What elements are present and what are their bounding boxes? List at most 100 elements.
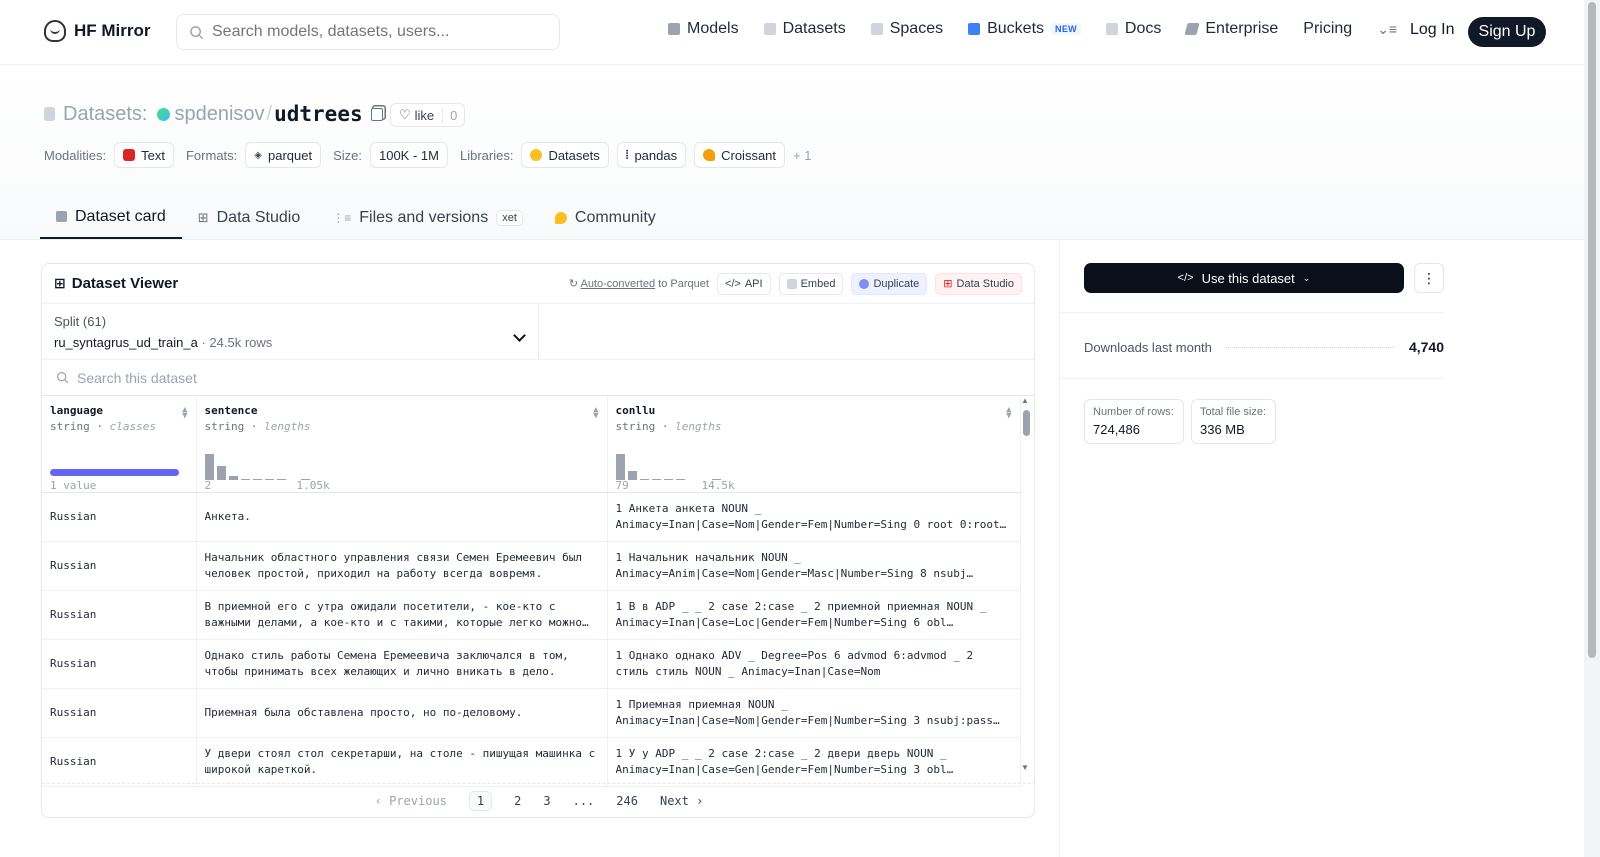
scroll-down-icon[interactable]: ▼ (1021, 763, 1029, 772)
to-parquet-text: to Parquet (658, 278, 709, 290)
cell-conllu[interactable]: 1 Приемная приемная NOUN _ Animacy=Inan|… (607, 688, 1021, 738)
table-row[interactable]: Russian Однако стиль работы Семена Ереме… (42, 639, 1021, 689)
cell-sentence[interactable]: Приемная была обставлена просто, но по-д… (196, 688, 608, 738)
length-histogram[interactable] (615, 453, 721, 480)
library-datasets-chip[interactable]: Datasets (521, 142, 609, 168)
global-search[interactable] (176, 14, 560, 50)
previous-page-button[interactable]: ‹ Previous (375, 794, 447, 808)
split-selector[interactable]: Split (61) ru_syntagrus_ud_train_a · 24.… (42, 304, 539, 359)
auto-converted-link[interactable]: Auto-converted (581, 278, 656, 290)
length-histogram[interactable] (204, 453, 310, 480)
library-label: pandas (634, 147, 678, 163)
kebab-menu-icon: ⋮ (1422, 269, 1436, 286)
tab-dataset-card[interactable]: Dataset card (40, 196, 182, 239)
modality-chip[interactable]: Text (114, 142, 174, 168)
table-icon: ⊞ (197, 209, 209, 225)
size-chip[interactable]: 100K - 1M (369, 142, 448, 168)
dataset-search-input[interactable]: Search this dataset (77, 370, 197, 386)
table-row[interactable]: Russian В приемной его с утра ожидали по… (42, 590, 1021, 640)
table-scrollbar[interactable]: ▲ ▼ (1020, 396, 1032, 772)
duplicate-button[interactable]: Duplicate (851, 272, 928, 295)
nav-models[interactable]: Models (668, 20, 739, 38)
column-header-sentence[interactable]: sentence string · lengths ▲ ▼ 2 1.05k (196, 396, 608, 493)
xet-badge: xet (496, 209, 523, 226)
page-246-button[interactable]: 246 (616, 794, 638, 808)
like-button[interactable]: ♡ like 0 (390, 103, 466, 127)
cell-language[interactable]: Russian (42, 590, 197, 640)
nav-datasets[interactable]: Datasets (763, 20, 846, 38)
table-row[interactable]: Russian Приемная была обставлена просто,… (42, 688, 1021, 738)
rows-stat-value: 724,486 (1093, 422, 1140, 437)
dataset-metadata: Modalities: Text Formats: ◈ parquet Size:… (44, 142, 811, 168)
brand-logo[interactable]: HF Mirror (44, 20, 151, 42)
page-scrollbar-thumb[interactable] (1588, 2, 1596, 658)
next-page-button[interactable]: Next › (660, 794, 703, 808)
split-rows: 24.5k rows (209, 335, 273, 350)
page-scrollbar[interactable] (1584, 0, 1600, 857)
page-1-button[interactable]: 1 (468, 790, 493, 811)
table-row[interactable]: Russian Начальник областного управления … (42, 541, 1021, 591)
cell-conllu[interactable]: 1 Однако однако ADV _ Degree=Pos 6 advmo… (607, 639, 1021, 689)
nav-pricing[interactable]: Pricing (1303, 20, 1352, 38)
column-header-conllu[interactable]: conllu string · lengths ▲ ▼ 79 14.5k (607, 396, 1021, 493)
login-link[interactable]: Log In (1410, 21, 1454, 39)
size-label: Size: (333, 147, 362, 163)
library-label: Datasets (548, 147, 600, 163)
tab-files-and-versions[interactable]: ⋮≡ Files and versions xet (316, 196, 539, 239)
scroll-up-icon[interactable]: ▲ (1021, 396, 1029, 405)
table-scrollbar-thumb[interactable] (1023, 410, 1030, 436)
use-this-dataset-button[interactable]: </> Use this dataset ⌄ (1084, 263, 1404, 293)
cell-sentence[interactable]: Анкета. (196, 492, 608, 542)
nav-docs[interactable]: Docs (1105, 20, 1161, 38)
cell-language[interactable]: Russian (42, 688, 197, 738)
page-3-button[interactable]: 3 (543, 794, 550, 808)
embed-button[interactable]: Embed (778, 272, 844, 295)
column-header-language[interactable]: language string · classes ▲ ▼ 1 value (42, 396, 197, 493)
cell-conllu[interactable]: 1 В в ADP _ _ 2 case 2:case _ 2 приемной… (607, 590, 1021, 640)
nav-models-label: Models (687, 20, 739, 37)
signup-button[interactable]: Sign Up (1468, 17, 1546, 47)
repo-owner-link[interactable]: spdenisov (174, 103, 264, 126)
nav-spaces[interactable]: Spaces (870, 20, 943, 38)
cell-sentence[interactable]: У двери стоял стол секретарши, на столе … (196, 737, 608, 787)
data-studio-button[interactable]: ⊞ Data Studio (935, 272, 1022, 295)
more-options-button[interactable]: ⋮ (1414, 263, 1444, 293)
library-croissant-chip[interactable]: Croissant (694, 142, 786, 168)
cell-language[interactable]: Russian (42, 541, 197, 591)
cell-conllu[interactable]: 1 Начальник начальник NOUN _ Animacy=Ani… (607, 541, 1021, 591)
cell-language[interactable]: Russian (42, 737, 197, 787)
tab-community[interactable]: Community (539, 196, 672, 239)
library-pandas-chip[interactable]: ⦙ pandas (616, 142, 687, 168)
cell-language[interactable]: Russian (42, 492, 197, 542)
cell-sentence[interactable]: Однако стиль работы Семена Еремеевича за… (196, 639, 608, 689)
sort-icon[interactable]: ▲ ▼ (1006, 406, 1011, 421)
api-button[interactable]: </> API (716, 272, 771, 295)
class-distribution-bar[interactable] (50, 468, 179, 476)
cell-conllu[interactable]: 1 Анкета анкета NOUN _ Animacy=Inan|Case… (607, 492, 1021, 542)
nav-buckets[interactable]: Buckets NEW (968, 20, 1081, 38)
table-row[interactable]: Russian У двери стоял стол секретарши, н… (42, 737, 1021, 787)
split-label: Split (61) (54, 314, 107, 329)
format-chip[interactable]: ◈ parquet (245, 142, 322, 168)
more-libraries-link[interactable]: + 1 (793, 148, 811, 163)
copy-icon[interactable] (370, 107, 383, 121)
cell-language[interactable]: Russian (42, 639, 197, 689)
libraries-label: Libraries: (459, 147, 514, 163)
sort-icon[interactable]: ▲ ▼ (182, 406, 187, 421)
repo-name[interactable]: udtrees (274, 102, 363, 126)
page-2-button[interactable]: 2 (514, 794, 521, 808)
cell-sentence[interactable]: В приемной его с утра ожидали посетители… (196, 590, 608, 640)
cell-sentence[interactable]: Начальник областного управления связи Се… (196, 541, 608, 591)
global-search-input[interactable] (212, 23, 542, 41)
column-type: string · lengths (204, 420, 311, 433)
nav-enterprise[interactable]: Enterprise (1184, 20, 1278, 38)
cell-text: 1 Начальник начальник NOUN _ Animacy=Ani… (615, 550, 967, 580)
more-menu-icon[interactable]: ⌄≡ (1377, 21, 1397, 38)
table-row[interactable]: Russian Анкета. 1 Анкета анкета NOUN _ A… (42, 492, 1021, 542)
dataset-search[interactable]: Search this dataset (42, 360, 1034, 396)
tab-data-studio[interactable]: ⊞ Data Studio (182, 196, 317, 239)
table-icon: ⊞ (54, 275, 66, 291)
breadcrumb-separator: / (266, 102, 273, 125)
sort-icon[interactable]: ▲ ▼ (593, 406, 598, 421)
cell-conllu[interactable]: 1 У у ADP _ _ 2 case 2:case _ 2 двери дв… (607, 737, 1021, 787)
